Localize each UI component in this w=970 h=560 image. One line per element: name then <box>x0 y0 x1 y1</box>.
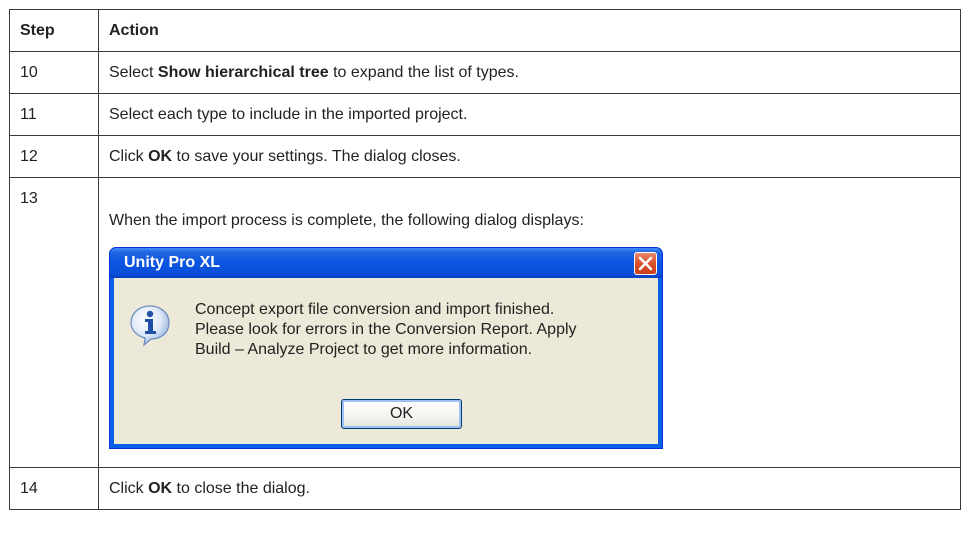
steps-table: Step Action 10 Select Show hierarchical … <box>9 9 961 510</box>
dialog-titlebar[interactable]: Unity Pro XL <box>110 248 662 278</box>
close-icon <box>638 256 653 271</box>
table-row: 14 Click OK to close the dialog. <box>9 467 961 510</box>
column-header-action: Action <box>98 9 961 52</box>
step-number: 12 <box>9 135 99 178</box>
table-row: 13 When the import process is complete, … <box>9 177 961 468</box>
step-number: 13 <box>9 177 99 468</box>
dialog-message: Concept export file conversion and impor… <box>195 300 655 360</box>
step-action: When the import process is complete, the… <box>98 177 961 468</box>
table-row: 11 Select each type to include in the im… <box>9 93 961 136</box>
close-button[interactable] <box>634 252 657 275</box>
dialog-body: Concept export file conversion and impor… <box>114 278 658 444</box>
dialog-title: Unity Pro XL <box>124 254 221 271</box>
step-action-text: When the import process is complete, the… <box>109 212 584 229</box>
info-icon <box>130 305 170 347</box>
column-header-step: Step <box>9 9 99 52</box>
ok-button[interactable]: OK <box>341 399 462 429</box>
step-number: 10 <box>9 51 99 94</box>
step-action: Select each type to include in the impor… <box>98 93 961 136</box>
table-row: 10 Select Show hierarchical tree to expa… <box>9 51 961 94</box>
step-action: Click OK to close the dialog. <box>98 467 961 510</box>
step-action: Select Show hierarchical tree to expand … <box>98 51 961 94</box>
message-dialog: Unity Pro XL Concept export file convers… <box>109 247 663 449</box>
step-number: 11 <box>9 93 99 136</box>
table-header-row: Step Action <box>9 9 961 52</box>
step-number: 14 <box>9 467 99 510</box>
dialog-message-line: Please look for errors in the Conversion… <box>195 321 577 338</box>
step-action: Click OK to save your settings. The dial… <box>98 135 961 178</box>
table-row: 12 Click OK to save your settings. The d… <box>9 135 961 178</box>
dialog-message-line: Build – Analyze Project to get more info… <box>195 341 533 358</box>
dialog-message-line: Concept export file conversion and impor… <box>195 301 555 318</box>
